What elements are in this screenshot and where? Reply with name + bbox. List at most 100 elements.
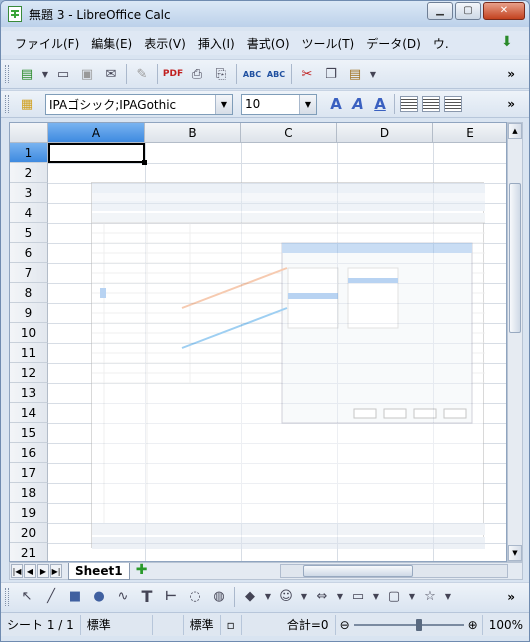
export-pdf-icon[interactable]: PDF	[162, 63, 184, 85]
open-folder-icon[interactable]: ▭	[52, 63, 74, 85]
column-header-b[interactable]: B	[145, 123, 241, 143]
underline-icon[interactable]: A	[369, 93, 391, 115]
scroll-down-arrow-icon[interactable]: ▼	[508, 545, 522, 561]
row-header[interactable]: 5	[10, 223, 48, 243]
zoom-percent[interactable]: 100%	[481, 614, 529, 635]
column-header-e[interactable]: E	[433, 123, 506, 143]
callout-icon[interactable]: ◌	[184, 586, 206, 608]
toolbar-more-button[interactable]: »	[507, 97, 515, 111]
text-icon[interactable]: T	[136, 586, 158, 608]
row-header[interactable]: 14	[10, 403, 48, 423]
selection-mode[interactable]: 標準	[184, 614, 221, 635]
zoom-slider[interactable]: ⊖ ⊕	[340, 618, 478, 632]
row-header[interactable]: 1	[10, 143, 48, 163]
flowchart-icon[interactable]: ▭	[347, 586, 369, 608]
toolbar-grip[interactable]	[5, 587, 9, 606]
italic-icon[interactable]: A	[347, 93, 369, 115]
column-header-c[interactable]: C	[241, 123, 337, 143]
row-header[interactable]: 21	[10, 543, 48, 561]
basic-shapes-icon[interactable]: ◆	[239, 586, 261, 608]
embedded-screenshot-image[interactable]	[91, 182, 485, 549]
toolbar-more-button[interactable]: »	[507, 590, 515, 604]
vertical-text-icon[interactable]: ⊢	[160, 586, 182, 608]
row-header[interactable]: 19	[10, 503, 48, 523]
row-header[interactable]: 16	[10, 443, 48, 463]
row-header[interactable]: 11	[10, 343, 48, 363]
column-header-a[interactable]: A	[48, 123, 145, 143]
menu-window[interactable]: ウ.	[427, 35, 455, 52]
menu-insert[interactable]: 挿入(I)	[192, 35, 241, 52]
row-header[interactable]: 4	[10, 203, 48, 223]
font-size-box[interactable]: 10 ▼	[241, 93, 317, 115]
align-center-icon[interactable]	[422, 96, 440, 112]
zoom-knob[interactable]	[415, 618, 422, 631]
symbol-shapes-dropdown-icon[interactable]: ▼	[299, 586, 309, 608]
row-header[interactable]: 17	[10, 463, 48, 483]
align-left-icon[interactable]	[400, 96, 418, 112]
symbol-shapes-icon[interactable]: ☺	[275, 586, 297, 608]
spellcheck-icon[interactable]: ABC	[241, 63, 263, 85]
basic-shapes-dropdown-icon[interactable]: ▼	[263, 586, 273, 608]
freeform-icon[interactable]: ∿	[112, 586, 134, 608]
styles-icon[interactable]: ▦	[16, 93, 38, 115]
menu-data[interactable]: データ(D)	[360, 35, 427, 52]
line-icon[interactable]: ╱	[40, 586, 62, 608]
zoom-in-icon[interactable]: ⊕	[468, 618, 478, 632]
print-icon[interactable]: ⎙	[186, 63, 208, 85]
page-style[interactable]: 標準	[81, 614, 154, 635]
callouts-icon[interactable]: ▢	[383, 586, 405, 608]
edit-file-icon[interactable]: ✎	[131, 63, 153, 85]
update-download-icon[interactable]: ⬇	[501, 34, 519, 50]
font-name-box[interactable]: IPAゴシック;IPAGothic ▼	[45, 93, 233, 115]
autospellcheck-icon[interactable]: ABC	[265, 63, 287, 85]
menu-file[interactable]: ファイル(F)	[9, 35, 85, 52]
row-header[interactable]: 15	[10, 423, 48, 443]
row-header[interactable]: 18	[10, 483, 48, 503]
close-button[interactable]: ✕	[483, 2, 525, 20]
next-sheet-icon[interactable]: ▶	[37, 564, 49, 578]
ellipse-icon[interactable]: ●	[88, 586, 110, 608]
row-header[interactable]: 6	[10, 243, 48, 263]
toolbar-grip[interactable]	[5, 95, 9, 113]
block-arrows-dropdown-icon[interactable]: ▼	[335, 586, 345, 608]
toolbar-more-button[interactable]: »	[507, 67, 515, 81]
new-dropdown-icon[interactable]: ▼	[40, 63, 50, 85]
sum-display[interactable]: 合計=0	[281, 614, 336, 635]
row-header[interactable]: 12	[10, 363, 48, 383]
horizontal-scrollbar[interactable]	[280, 564, 508, 578]
minimize-button[interactable]: ▁	[427, 2, 453, 20]
callouts-dropdown-icon[interactable]: ▼	[407, 586, 417, 608]
flowchart-dropdown-icon[interactable]: ▼	[371, 586, 381, 608]
maximize-button[interactable]: ▢	[455, 2, 481, 20]
add-sheet-icon[interactable]: ✚	[134, 563, 150, 578]
menu-view[interactable]: 表示(V)	[138, 35, 192, 52]
stars-dropdown-icon[interactable]: ▼	[443, 586, 453, 608]
row-header[interactable]: 3	[10, 183, 48, 203]
first-sheet-icon[interactable]: |◀	[11, 564, 23, 578]
cut-icon[interactable]: ✂	[296, 63, 318, 85]
row-header[interactable]: 2	[10, 163, 48, 183]
paste-icon[interactable]: ▤	[344, 63, 366, 85]
paste-dropdown-icon[interactable]: ▼	[368, 63, 378, 85]
stars-icon[interactable]: ☆	[419, 586, 441, 608]
zoom-out-icon[interactable]: ⊖	[340, 618, 350, 632]
select-arrow-icon[interactable]: ↖	[16, 586, 38, 608]
spreadsheet-grid[interactable]: A B C D E 1 2 3 4 5 6 7 8 9 10 11 12 13 …	[9, 122, 507, 562]
vertical-scroll-thumb[interactable]	[509, 183, 521, 333]
rectangle-icon[interactable]: ■	[64, 586, 86, 608]
email-icon[interactable]: ✉	[100, 63, 122, 85]
row-header[interactable]: 9	[10, 303, 48, 323]
cell-cursor-a1[interactable]	[48, 143, 147, 165]
horizontal-scroll-thumb[interactable]	[303, 565, 413, 577]
toolbar-grip[interactable]	[5, 65, 9, 83]
row-header[interactable]: 7	[10, 263, 48, 283]
column-header-d[interactable]: D	[337, 123, 433, 143]
row-header[interactable]: 10	[10, 323, 48, 343]
scroll-up-arrow-icon[interactable]: ▲	[508, 123, 522, 139]
align-right-icon[interactable]	[444, 96, 462, 112]
zoom-track[interactable]	[353, 618, 464, 631]
bold-icon[interactable]: A	[325, 93, 347, 115]
row-header[interactable]: 8	[10, 283, 48, 303]
font-size-dropdown-icon[interactable]: ▼	[299, 94, 316, 114]
font-name-dropdown-icon[interactable]: ▼	[215, 94, 232, 114]
